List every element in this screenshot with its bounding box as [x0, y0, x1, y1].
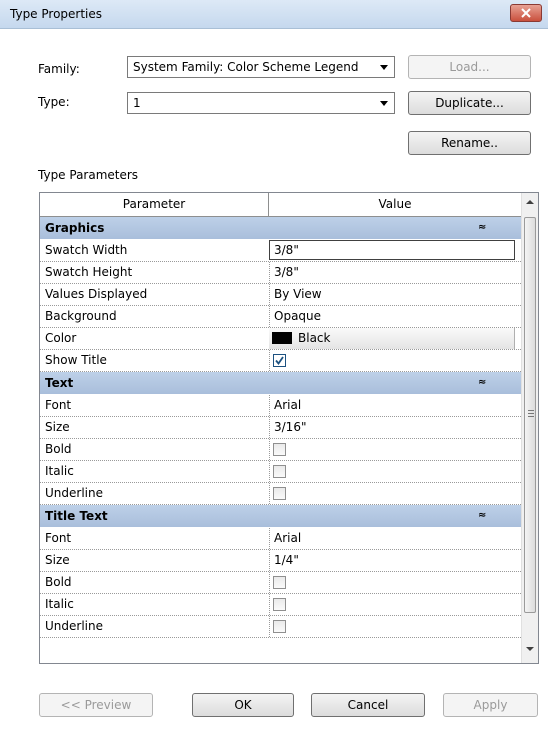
group-header-graphics[interactable]: Graphics ≈ — [40, 217, 521, 240]
duplicate-button[interactable]: Duplicate... — [408, 91, 531, 115]
italic-checkbox[interactable] — [273, 465, 286, 478]
title-bar: Type Properties — [0, 0, 548, 29]
param-name: Swatch Height — [45, 265, 133, 279]
param-value: 3/16" — [274, 420, 307, 434]
param-row-size[interactable]: Size 3/16" — [40, 417, 521, 439]
rename-button[interactable]: Rename.. — [408, 131, 531, 155]
param-row-swatch-width[interactable]: Swatch Width 3/8" — [40, 240, 521, 262]
param-row-title-font[interactable]: Font Arial — [40, 528, 521, 550]
family-value: System Family: Color Scheme Legend — [133, 60, 359, 74]
param-value: 1/4" — [274, 553, 299, 567]
param-name: Background — [45, 309, 117, 323]
color-swatch — [272, 332, 292, 344]
param-row-title-underline[interactable]: Underline — [40, 616, 521, 638]
family-dropdown[interactable]: System Family: Color Scheme Legend — [127, 56, 395, 78]
collapse-icon[interactable]: ≈ — [478, 505, 486, 527]
grip-icon — [528, 410, 534, 411]
grid-rows: Graphics ≈ Swatch Width 3/8" Swatch Heigh… — [40, 217, 521, 638]
param-row-values-displayed[interactable]: Values Displayed By View — [40, 284, 521, 306]
bold-checkbox[interactable] — [273, 443, 286, 456]
param-row-underline[interactable]: Underline — [40, 483, 521, 505]
group-name: Graphics — [45, 221, 105, 235]
type-label: Type: — [38, 95, 70, 109]
scroll-up-arrow-icon[interactable] — [526, 200, 534, 204]
param-row-title-italic[interactable]: Italic — [40, 594, 521, 616]
param-value: Arial — [274, 398, 302, 412]
param-name: Size — [45, 553, 70, 567]
collapse-icon[interactable]: ≈ — [478, 372, 486, 394]
param-value: Black — [298, 331, 331, 345]
param-name: Color — [45, 331, 77, 345]
param-name: Underline — [45, 486, 103, 500]
param-name: Italic — [45, 597, 74, 611]
param-name: Values Displayed — [45, 287, 148, 301]
parameters-grid: Parameter Value Graphics ≈ Swatch Width 3… — [39, 192, 539, 664]
show-title-checkbox[interactable] — [273, 354, 286, 367]
close-button[interactable] — [510, 4, 542, 22]
checkmark-icon — [275, 356, 284, 365]
value-column-header[interactable]: Value — [269, 193, 521, 216]
chevron-down-icon — [380, 65, 388, 70]
underline-checkbox[interactable] — [273, 487, 286, 500]
param-row-italic[interactable]: Italic — [40, 461, 521, 483]
param-value: 3/8" — [274, 265, 299, 279]
param-row-title-bold[interactable]: Bold — [40, 572, 521, 594]
family-label: Family: — [38, 62, 80, 76]
chevron-down-icon — [380, 101, 388, 106]
group-name: Title Text — [45, 509, 108, 523]
parameter-column-header[interactable]: Parameter — [40, 193, 269, 216]
scroll-thumb[interactable] — [524, 217, 536, 613]
vertical-scrollbar[interactable] — [521, 193, 538, 663]
type-value: 1 — [133, 96, 141, 110]
param-value: Opaque — [274, 309, 322, 323]
param-name: Swatch Width — [45, 243, 128, 257]
title-bold-checkbox[interactable] — [273, 576, 286, 589]
scroll-down-arrow-icon[interactable] — [526, 647, 534, 651]
param-value: 3/8" — [274, 243, 299, 257]
group-name: Text — [45, 376, 74, 390]
cancel-button[interactable]: Cancel — [311, 693, 425, 717]
title-italic-checkbox[interactable] — [273, 598, 286, 611]
ok-button[interactable]: OK — [192, 693, 294, 717]
title-underline-checkbox[interactable] — [273, 620, 286, 633]
type-dropdown[interactable]: 1 — [127, 92, 395, 114]
param-name: Font — [45, 398, 72, 412]
param-name: Show Title — [45, 353, 107, 367]
close-icon — [521, 8, 531, 18]
param-row-bold[interactable]: Bold — [40, 439, 521, 461]
apply-button[interactable]: Apply — [443, 693, 538, 717]
param-name: Font — [45, 531, 72, 545]
param-name: Italic — [45, 464, 74, 478]
value-editor[interactable] — [269, 240, 515, 260]
load-button[interactable]: Load... — [408, 55, 531, 79]
param-value: By View — [274, 287, 322, 301]
param-row-font[interactable]: Font Arial — [40, 395, 521, 417]
param-name: Bold — [45, 575, 72, 589]
group-header-text[interactable]: Text ≈ — [40, 372, 521, 395]
param-name: Size — [45, 420, 70, 434]
type-parameters-label: Type Parameters — [38, 168, 139, 182]
param-row-background[interactable]: Background Opaque — [40, 306, 521, 328]
param-name: Bold — [45, 442, 72, 456]
param-row-swatch-height[interactable]: Swatch Height 3/8" — [40, 262, 521, 284]
param-row-title-size[interactable]: Size 1/4" — [40, 550, 521, 572]
param-name: Underline — [45, 619, 103, 633]
group-header-title-text[interactable]: Title Text ≈ — [40, 505, 521, 528]
window-title: Type Properties — [10, 7, 103, 21]
preview-button[interactable]: << Preview — [39, 693, 153, 717]
param-value: Arial — [274, 531, 302, 545]
param-row-show-title[interactable]: Show Title — [40, 350, 521, 372]
grid-header: Parameter Value — [40, 193, 521, 217]
collapse-icon[interactable]: ≈ — [478, 217, 486, 239]
param-row-color[interactable]: Color Black — [40, 328, 521, 350]
